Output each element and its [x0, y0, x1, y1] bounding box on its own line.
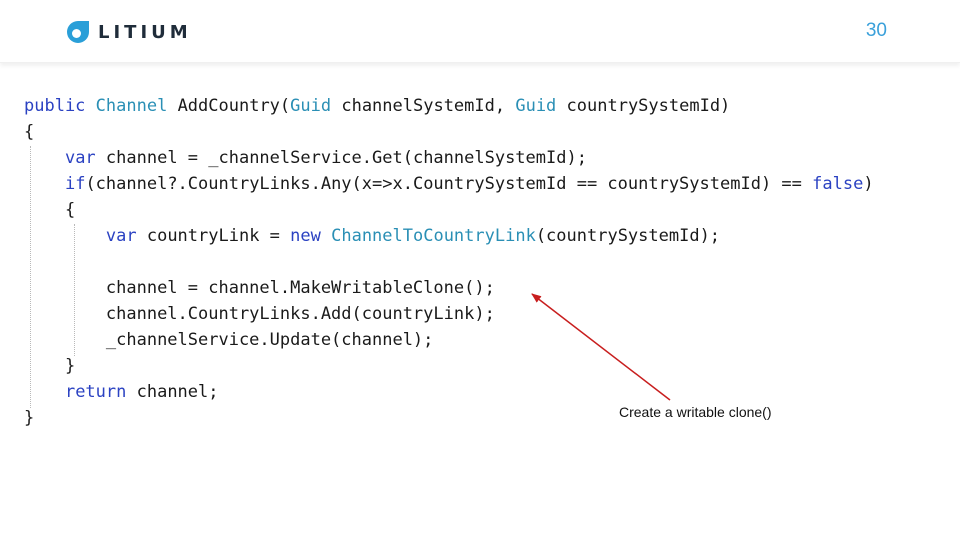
arrow-line: [531, 293, 671, 401]
callout-arrow: [531, 293, 671, 401]
callout-label: Create a writable clone(): [619, 404, 772, 420]
